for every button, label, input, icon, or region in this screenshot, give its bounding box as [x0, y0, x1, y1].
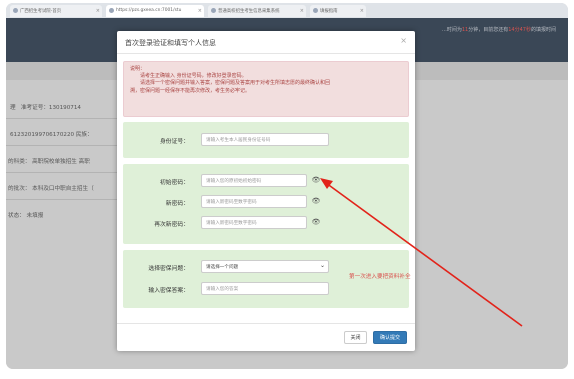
close-icon[interactable]: ×	[360, 8, 364, 14]
alert-line: 请选择一个密保问题并输入答案，密保问题及答案用于对考生所填志愿的最终确认和回	[140, 80, 331, 87]
time-notice: …时间为11分钟，目前您还有14分47秒的填报时间	[441, 27, 556, 33]
divider	[117, 323, 415, 324]
close-button[interactable]: 关闭	[344, 331, 367, 344]
browser-tab[interactable]: 广西招生考试院-首页 ×	[10, 5, 102, 17]
favicon-icon	[13, 8, 18, 13]
new-password-row: 新密码： 请输入新密码至数字密码 👁	[123, 195, 409, 208]
divider	[117, 53, 415, 54]
close-icon[interactable]: ×	[300, 8, 304, 14]
initial-password-input[interactable]: 请输入您的原初始初始密码	[201, 174, 307, 187]
id-label: 身份证号：	[160, 139, 189, 145]
confirm-password-label: 再次新密码：	[154, 222, 189, 228]
close-icon[interactable]: ×	[400, 36, 407, 45]
close-icon[interactable]: ×	[96, 8, 100, 14]
id-panel: 身份证号： 请输入考生本人居民身份证号码	[123, 122, 409, 158]
favicon-icon	[211, 8, 216, 13]
eye-icon[interactable]: 👁	[310, 175, 322, 186]
bg-field: 的批次： 本科及口中职自主招生（	[8, 186, 94, 192]
new-password-input[interactable]: 请输入新密码至数字密码	[201, 195, 307, 208]
chevron-down-icon: ⌄	[319, 262, 325, 269]
first-login-modal: 首次登录验证和填写个人信息 × 说明： 请考生正确输入 身份证号码，修改好登录密…	[117, 31, 415, 351]
eye-icon[interactable]: 👁	[310, 217, 322, 228]
instructions-alert: 说明： 请考生正确输入 身份证号码，修改好登录密码。 请选择一个密保问题并输入答…	[123, 61, 409, 117]
security-answer-input[interactable]: 请输入您的答案	[201, 282, 329, 295]
confirm-password-input[interactable]: 请输入新密码至数字密码	[201, 216, 307, 229]
bg-field: 状态： 未填报	[8, 213, 44, 219]
divider	[6, 172, 118, 173]
initial-password-row: 初始密码： 请输入您的原初始初始密码 👁	[123, 174, 409, 187]
favicon-icon	[313, 8, 318, 13]
browser-tab-active[interactable]: https://pzs.gxeea.cn:7001/stu ×	[106, 5, 204, 17]
browser-tabbar: 广西招生考试院-首页 × https://pzs.gxeea.cn:7001/s…	[6, 3, 568, 18]
id-row: 身份证号： 请输入考生本人居民身份证号码	[123, 133, 409, 146]
browser-tab[interactable]: 填报指南 ×	[310, 5, 366, 17]
bg-field: 的科类： 高职院校单独招生 高职	[8, 159, 90, 165]
divider	[6, 199, 118, 200]
security-question-select[interactable]: 请选择一个问题 ⌄	[201, 260, 329, 273]
bg-field: 6123201997061702​20 民族：	[10, 132, 93, 138]
security-answer-label: 输入密保答案：	[148, 288, 189, 294]
alert-line: 溯，密保问题一经保存不能再次修改，考生务必牢记。	[130, 87, 251, 94]
close-icon[interactable]: ×	[198, 8, 202, 14]
annotation-text: 第一次进入要把资料补全	[349, 274, 411, 280]
divider	[6, 118, 118, 119]
eye-icon[interactable]: 👁	[310, 196, 322, 207]
favicon-icon	[109, 8, 114, 13]
modal-title: 首次登录验证和填写个人信息	[125, 39, 216, 47]
confirm-password-row: 再次新密码： 请输入新密码至数字密码 👁	[123, 216, 409, 229]
divider	[6, 145, 118, 146]
confirm-submit-button[interactable]: 确认提交	[373, 331, 407, 344]
security-question-label: 选择密保问题：	[148, 266, 189, 272]
initial-password-label: 初始密码：	[160, 180, 189, 186]
new-password-label: 新密码：	[165, 201, 189, 207]
security-answer-row: 输入密保答案： 请输入您的答案	[123, 282, 409, 295]
bg-field: 理 准考证号：130190714	[10, 105, 81, 111]
password-panel: 初始密码： 请输入您的原初始初始密码 👁 新密码： 请输入新密码至数字密码 👁 …	[123, 164, 409, 244]
id-number-input[interactable]: 请输入考生本人居民身份证号码	[201, 133, 329, 146]
browser-tab[interactable]: 普通高校招生考生信息采集系统 ×	[208, 5, 306, 17]
